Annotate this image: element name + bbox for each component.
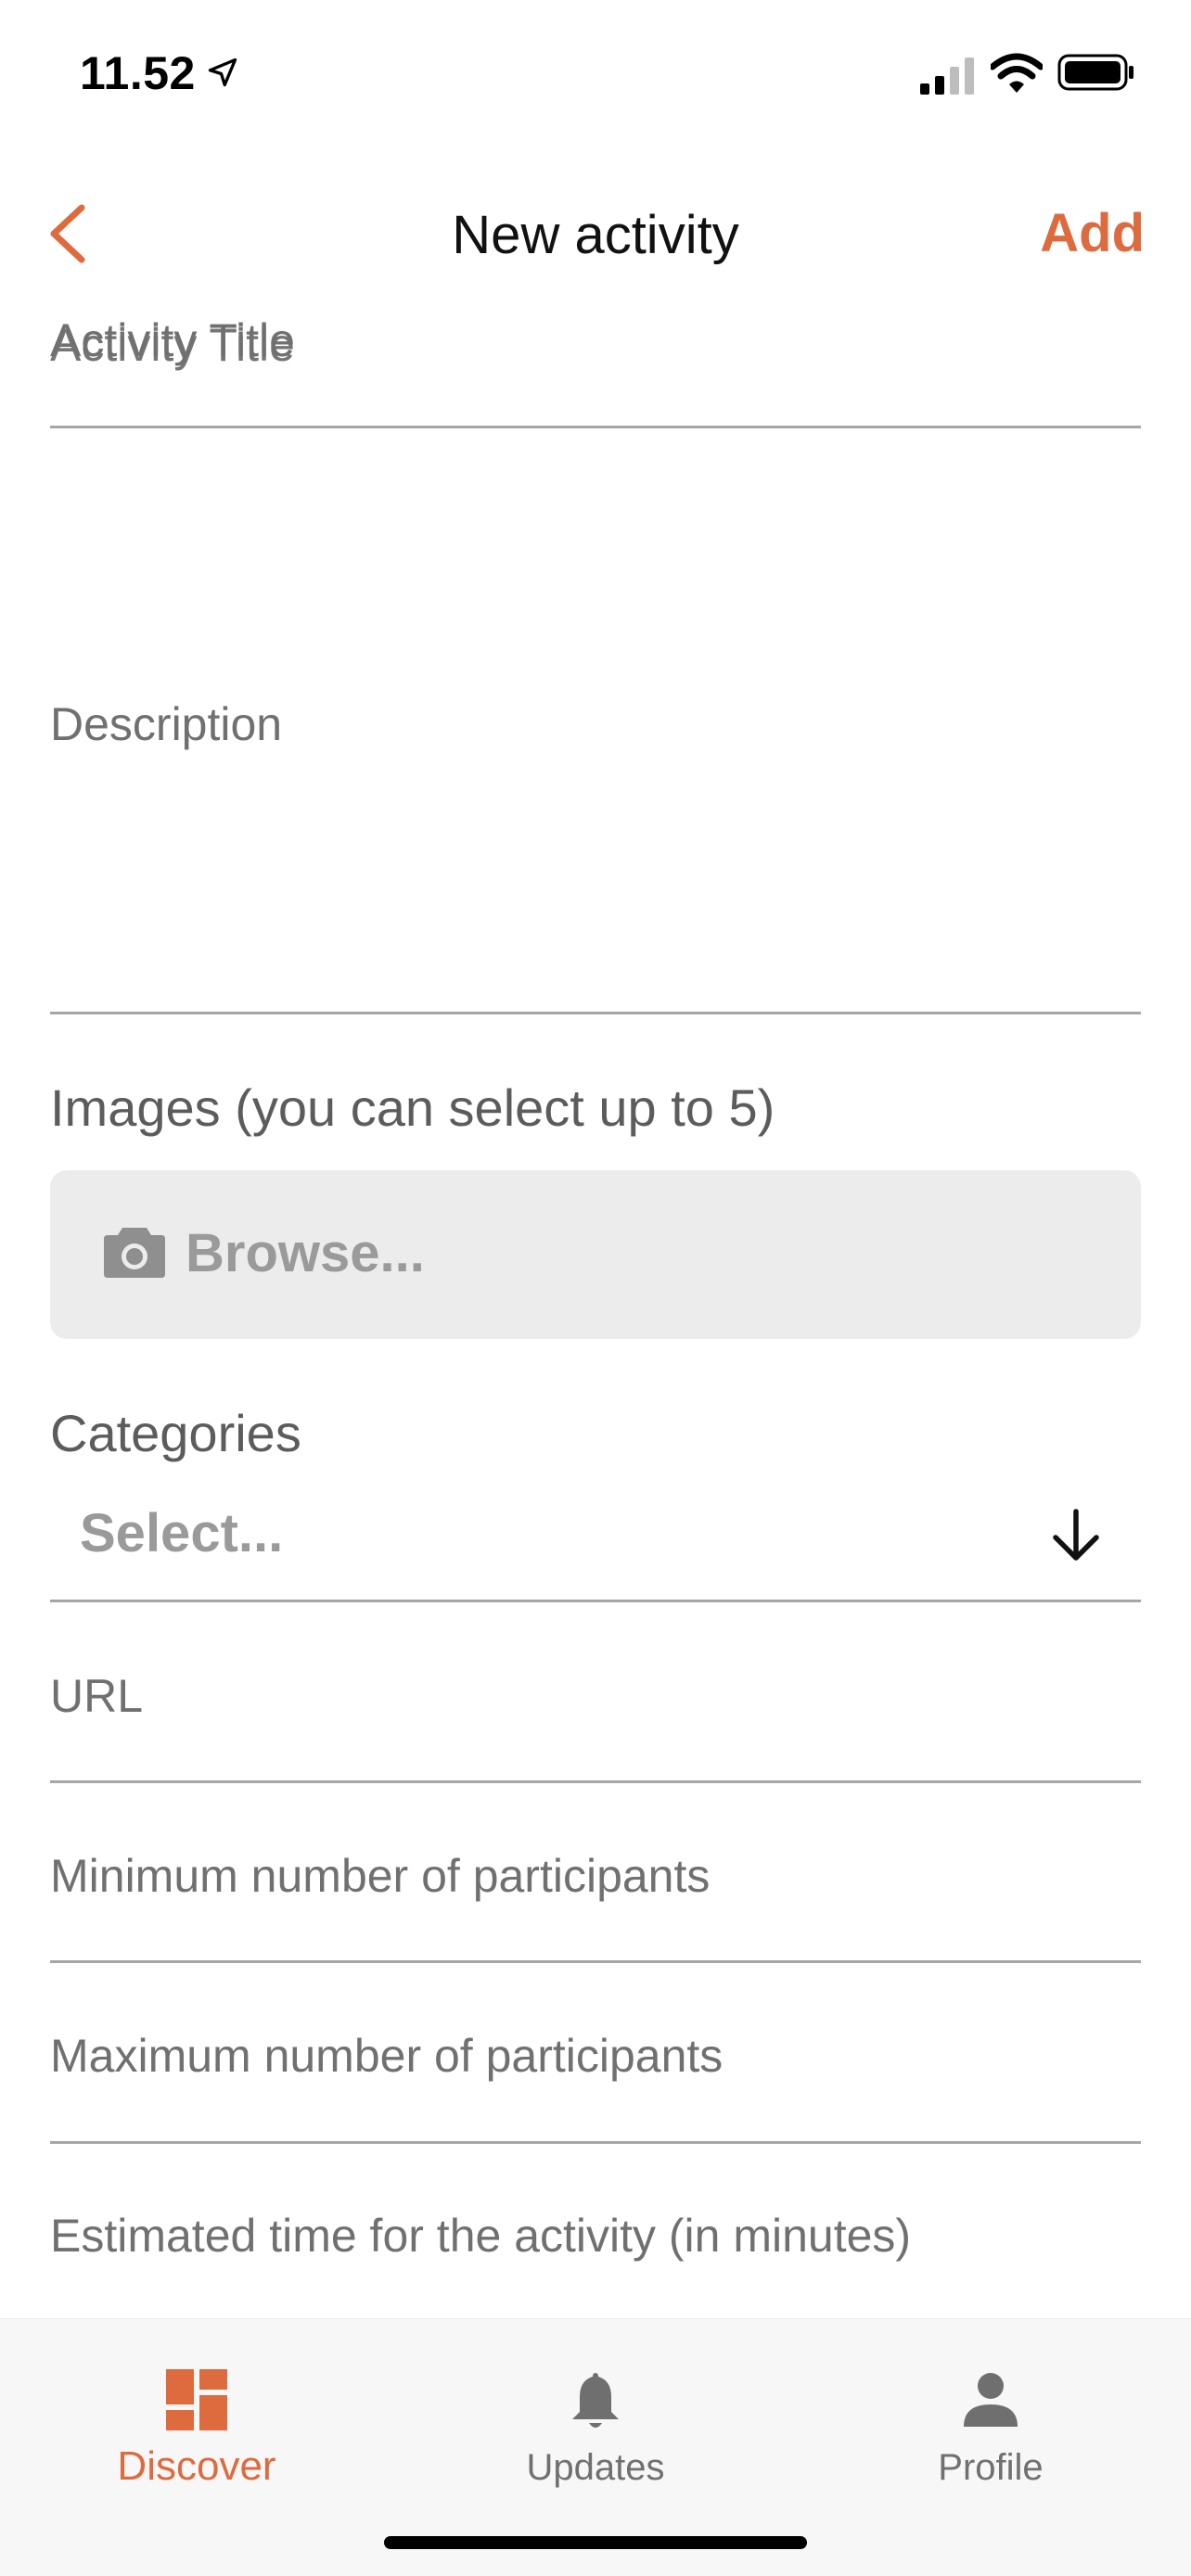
- add-button[interactable]: Add: [1040, 202, 1145, 264]
- min-participants-underline: [50, 1960, 1141, 1963]
- categories-label: Categories: [50, 1404, 301, 1462]
- categories-underline: [50, 1600, 1141, 1602]
- tab-profile[interactable]: Profile: [852, 2347, 1130, 2505]
- cellular-signal-icon: [920, 57, 974, 95]
- browse-label: Browse...: [186, 1223, 425, 1283]
- page-title: New activity: [452, 205, 739, 265]
- max-participants-label: Maximum number of participants: [50, 2030, 724, 2082]
- tab-updates-label: Updates: [526, 2447, 665, 2488]
- activity-title-label: Activity Title: [50, 314, 295, 366]
- bell-icon: [572, 2373, 619, 2428]
- tab-discover-label: Discover: [117, 2443, 276, 2489]
- arrow-down-icon: [1053, 1509, 1099, 1561]
- dashboard-icon: [166, 2369, 227, 2430]
- categories-select[interactable]: Select...: [50, 1484, 1141, 1599]
- url-input[interactable]: [50, 1669, 1141, 1743]
- status-time: 11.52: [80, 47, 196, 99]
- categories-selected-value: Select...: [80, 1503, 284, 1563]
- status-bar: 11.52: [0, 0, 1191, 139]
- url-underline: [50, 1780, 1141, 1783]
- navigation-bar: New activity Add: [0, 176, 1191, 287]
- images-label: Images (you can select up to 5): [50, 1078, 775, 1137]
- tab-discover[interactable]: Discover: [58, 2347, 336, 2505]
- browse-images-button[interactable]: Browse...: [50, 1170, 1141, 1339]
- battery-icon: [1057, 54, 1133, 91]
- activity-title-underline: [50, 426, 1141, 428]
- description-underline: [50, 1012, 1141, 1014]
- estimated-time-label: Estimated time for the activity (in minu…: [50, 2210, 912, 2262]
- description-input[interactable]: [50, 445, 1141, 1001]
- person-icon: [964, 2373, 1018, 2427]
- max-participants-underline: [50, 2141, 1141, 2144]
- location-arrow-icon: [208, 57, 237, 87]
- tab-profile-label: Profile: [938, 2447, 1044, 2488]
- camera-icon: [104, 1228, 165, 1278]
- wifi-icon: [991, 53, 1043, 93]
- home-indicator: [384, 2536, 807, 2549]
- tab-updates[interactable]: Updates: [456, 2347, 735, 2505]
- url-label: URL: [50, 1670, 144, 1722]
- min-participants-label: Minimum number of participants: [50, 1850, 711, 1902]
